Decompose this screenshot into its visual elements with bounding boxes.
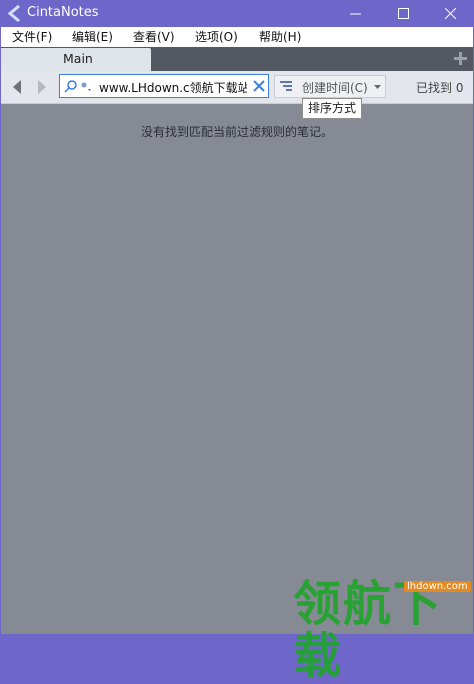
tab-main-label: Main [63, 51, 93, 66]
menu-view[interactable]: 查看(V) [133, 29, 175, 45]
watermark-logo: 领航下载 lhdown.com [293, 578, 473, 682]
close-icon [444, 8, 456, 19]
menu-bar: 文件(F) 编辑(E) 查看(V) 选项(O) 帮助(H) [1, 27, 473, 47]
app-window: CintaNotes 文件(F) 编辑(E) 查看(V) 选项(O) 帮助(H)… [1, 0, 473, 682]
plus-icon[interactable] [452, 50, 469, 67]
tab-bar: Main [1, 47, 473, 71]
watermark-text: 领航下载 [293, 576, 444, 684]
back-arrow-icon[interactable] [12, 80, 22, 94]
watermark-site: lhdown.com [404, 581, 471, 592]
app-logo-icon [7, 5, 20, 22]
menu-edit[interactable]: 编辑(E) [72, 29, 113, 45]
maximize-button[interactable] [380, 0, 426, 27]
close-button[interactable] [427, 0, 473, 27]
minimize-icon [349, 13, 361, 15]
found-count: 已找到 0 [416, 81, 464, 95]
title-bar: CintaNotes [1, 0, 473, 27]
forward-arrow-icon[interactable] [37, 80, 47, 94]
window-title: CintaNotes [27, 5, 99, 20]
menu-help[interactable]: 帮助(H) [259, 29, 301, 45]
menu-file[interactable]: 文件(F) [12, 29, 52, 45]
maximize-icon [397, 8, 409, 19]
sort-icon [280, 81, 292, 91]
sort-label: 创建时间(C) [302, 81, 368, 95]
search-options-icon[interactable] [80, 81, 94, 93]
toolbar: www.LHdown.c领航下载站 创建时间(C) 已找到 0 [1, 71, 473, 104]
sort-tooltip: 排序方式 [302, 98, 362, 119]
tab-main[interactable]: Main [1, 48, 151, 71]
menu-options[interactable]: 选项(O) [195, 29, 238, 45]
sort-button[interactable]: 创建时间(C) [274, 75, 386, 98]
empty-state-message: 没有找到匹配当前过滤规则的笔记。 [140, 125, 333, 139]
clear-search-icon[interactable] [252, 79, 266, 93]
search-icon [64, 80, 77, 93]
minimize-button[interactable] [332, 0, 378, 27]
chevron-down-icon [374, 85, 381, 89]
search-box[interactable]: www.LHdown.c领航下载站 [59, 74, 269, 98]
search-input[interactable]: www.LHdown.c领航下载站 [99, 79, 247, 96]
